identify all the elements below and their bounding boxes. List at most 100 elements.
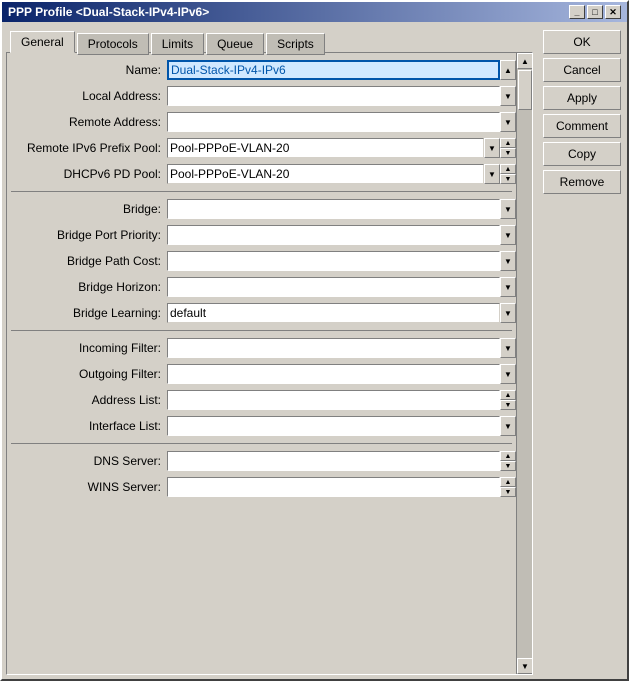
maximize-button[interactable]: □ xyxy=(587,5,603,19)
main-panel: General Protocols Limits Queue Scripts N… xyxy=(2,22,537,679)
row-wins-server: WINS Server: ▲ ▼ xyxy=(7,476,516,498)
remote-ipv6-prefix-pool-up[interactable]: ▲ xyxy=(500,138,516,148)
tab-protocols[interactable]: Protocols xyxy=(77,33,149,55)
bridge-port-priority-input[interactable] xyxy=(167,225,500,245)
outgoing-filter-dropdown[interactable]: ▼ xyxy=(500,364,516,384)
row-remote-address: Remote Address: ▼ xyxy=(7,111,516,133)
dns-server-down[interactable]: ▼ xyxy=(500,461,516,471)
bridge-horizon-dropdown[interactable]: ▼ xyxy=(500,277,516,297)
label-bridge-learning: Bridge Learning: xyxy=(7,306,167,320)
label-remote-address: Remote Address: xyxy=(7,115,167,129)
remote-ipv6-prefix-pool-down[interactable]: ▼ xyxy=(500,148,516,158)
label-interface-list: Interface List: xyxy=(7,419,167,433)
interface-list-dropdown[interactable]: ▼ xyxy=(500,416,516,436)
row-bridge-port-priority: Bridge Port Priority: ▼ xyxy=(7,224,516,246)
remote-address-dropdown[interactable]: ▼ xyxy=(500,112,516,132)
row-incoming-filter: Incoming Filter: ▼ xyxy=(7,337,516,359)
wins-server-input[interactable] xyxy=(167,477,500,497)
window-title: PPP Profile <Dual-Stack-IPv4-IPv6> xyxy=(8,5,209,19)
name-input[interactable] xyxy=(167,60,500,80)
dhcpv6-pd-pool-display: Pool-PPPoE-VLAN-20 xyxy=(167,164,484,184)
label-dns-server: DNS Server: xyxy=(7,454,167,468)
wins-server-up[interactable]: ▲ xyxy=(500,477,516,487)
row-address-list: Address List: ▲ ▼ xyxy=(7,389,516,411)
outgoing-filter-input[interactable] xyxy=(167,364,500,384)
row-outgoing-filter: Outgoing Filter: ▼ xyxy=(7,363,516,385)
main-window: PPP Profile <Dual-Stack-IPv4-IPv6> _ □ ✕… xyxy=(0,0,629,681)
scroll-track[interactable] xyxy=(517,69,532,658)
incoming-filter-dropdown[interactable]: ▼ xyxy=(500,338,516,358)
separator-2 xyxy=(11,330,512,331)
row-interface-list: Interface List: ▼ xyxy=(7,415,516,437)
dns-server-input[interactable] xyxy=(167,451,500,471)
copy-button[interactable]: Copy xyxy=(543,142,621,166)
row-remote-ipv6-prefix-pool: Remote IPv6 Prefix Pool: Pool-PPPoE-VLAN… xyxy=(7,137,516,159)
bridge-learning-dropdown[interactable]: ▼ xyxy=(500,303,516,323)
title-bar: PPP Profile <Dual-Stack-IPv4-IPv6> _ □ ✕ xyxy=(2,2,627,22)
ok-button[interactable]: OK xyxy=(543,30,621,54)
interface-list-input[interactable] xyxy=(167,416,500,436)
label-dhcpv6-pd-pool: DHCPv6 PD Pool: xyxy=(7,167,167,181)
comment-button[interactable]: Comment xyxy=(543,114,621,138)
address-list-down[interactable]: ▼ xyxy=(500,400,516,410)
remote-ipv6-prefix-pool-dropdown[interactable]: ▼ xyxy=(484,138,500,158)
dhcpv6-pd-pool-wrapper: Pool-PPPoE-VLAN-20 ▼ ▲ ▼ xyxy=(167,164,516,184)
side-buttons: OK Cancel Apply Comment Copy Remove xyxy=(537,22,627,679)
bridge-port-priority-dropdown[interactable]: ▼ xyxy=(500,225,516,245)
dhcpv6-pd-pool-dropdown[interactable]: ▼ xyxy=(484,164,500,184)
wins-server-down[interactable]: ▼ xyxy=(500,487,516,497)
bridge-wrapper: ▼ xyxy=(167,199,516,219)
label-remote-ipv6-prefix-pool: Remote IPv6 Prefix Pool: xyxy=(7,141,167,155)
close-button[interactable]: ✕ xyxy=(605,5,621,19)
interface-list-wrapper: ▼ xyxy=(167,416,516,436)
minimize-button[interactable]: _ xyxy=(569,5,585,19)
label-bridge-port-priority: Bridge Port Priority: xyxy=(7,228,167,242)
address-list-input[interactable] xyxy=(167,390,500,410)
label-incoming-filter: Incoming Filter: xyxy=(7,341,167,355)
dns-server-wrapper: ▲ ▼ xyxy=(167,451,516,471)
tab-bar: General Protocols Limits Queue Scripts xyxy=(6,26,533,52)
bridge-path-cost-dropdown[interactable]: ▼ xyxy=(500,251,516,271)
bridge-learning-wrapper: default ▼ xyxy=(167,303,516,323)
tab-general[interactable]: General xyxy=(10,31,75,53)
local-address-dropdown[interactable]: ▼ xyxy=(500,86,516,106)
label-bridge: Bridge: xyxy=(7,202,167,216)
local-address-input[interactable] xyxy=(167,86,500,106)
tab-scripts[interactable]: Scripts xyxy=(266,33,325,55)
remote-ipv6-prefix-pool-value: Pool-PPPoE-VLAN-20 xyxy=(170,141,289,155)
form-section: Name: ▲ Local Address: ▼ xyxy=(7,53,532,674)
dns-server-up[interactable]: ▲ xyxy=(500,451,516,461)
bridge-horizon-wrapper: ▼ xyxy=(167,277,516,297)
dhcpv6-pd-pool-value: Pool-PPPoE-VLAN-20 xyxy=(170,167,289,181)
remote-ipv6-prefix-pool-wrapper: Pool-PPPoE-VLAN-20 ▼ ▲ ▼ xyxy=(167,138,516,158)
bridge-path-cost-input[interactable] xyxy=(167,251,500,271)
incoming-filter-input[interactable] xyxy=(167,338,500,358)
scroll-up-button[interactable]: ▲ xyxy=(517,53,532,69)
scrollbar: ▲ ▼ xyxy=(516,53,532,674)
scroll-down-button[interactable]: ▼ xyxy=(517,658,532,674)
address-list-arrows: ▲ ▼ xyxy=(500,390,516,410)
bridge-path-cost-wrapper: ▼ xyxy=(167,251,516,271)
remote-address-wrapper: ▼ xyxy=(167,112,516,132)
bridge-port-priority-wrapper: ▼ xyxy=(167,225,516,245)
apply-button[interactable]: Apply xyxy=(543,86,621,110)
bridge-horizon-input[interactable] xyxy=(167,277,500,297)
form-area: Name: ▲ Local Address: ▼ xyxy=(6,52,533,675)
remote-ipv6-prefix-pool-display: Pool-PPPoE-VLAN-20 xyxy=(167,138,484,158)
dhcpv6-pd-pool-up[interactable]: ▲ xyxy=(500,164,516,174)
wins-server-arrows: ▲ ▼ xyxy=(500,477,516,497)
cancel-button[interactable]: Cancel xyxy=(543,58,621,82)
tab-queue[interactable]: Queue xyxy=(206,33,264,55)
dhcpv6-pd-pool-down[interactable]: ▼ xyxy=(500,174,516,184)
row-bridge-path-cost: Bridge Path Cost: ▼ xyxy=(7,250,516,272)
remove-button[interactable]: Remove xyxy=(543,170,621,194)
title-bar-buttons: _ □ ✕ xyxy=(569,5,621,19)
remote-address-input[interactable] xyxy=(167,112,500,132)
name-scroll-up[interactable]: ▲ xyxy=(500,60,516,80)
scroll-thumb[interactable] xyxy=(518,70,532,110)
label-name: Name: xyxy=(7,63,167,77)
tab-limits[interactable]: Limits xyxy=(151,33,204,55)
address-list-up[interactable]: ▲ xyxy=(500,390,516,400)
bridge-input[interactable] xyxy=(167,199,500,219)
bridge-dropdown[interactable]: ▼ xyxy=(500,199,516,219)
